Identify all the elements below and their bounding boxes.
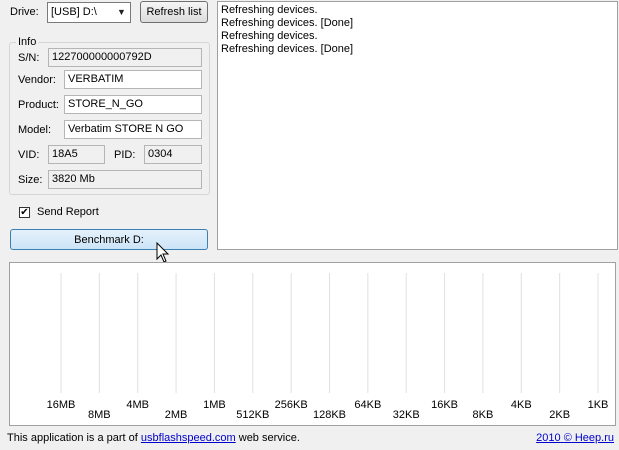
log-textbox[interactable]: Refreshing devices. Refreshing devices. … bbox=[217, 1, 618, 250]
size-label: Size: bbox=[18, 174, 43, 186]
copyright-year: 2010 bbox=[536, 432, 561, 444]
chart-x-tick-label: 256KB bbox=[274, 399, 308, 411]
drive-select[interactable]: [USB] D:\ ▼ bbox=[47, 2, 131, 23]
product-field[interactable]: STORE_N_GO bbox=[64, 95, 202, 114]
sn-field: 122700000000792D bbox=[48, 48, 202, 67]
send-report-checkbox[interactable]: ✔ bbox=[19, 207, 30, 218]
send-report-label[interactable]: Send Report bbox=[37, 206, 99, 219]
size-field: 3820 Mb bbox=[48, 170, 202, 189]
vendor-field[interactable]: VERBATIM bbox=[64, 70, 202, 89]
chart-x-tick-label: 1MB bbox=[203, 399, 226, 411]
footer-prefix: This application is a part of bbox=[7, 432, 141, 444]
chart-x-tick-label: 128KB bbox=[312, 409, 347, 421]
benchmark-button[interactable]: Benchmark D: bbox=[10, 229, 208, 250]
drive-select-value: [USB] D:\ bbox=[51, 6, 97, 18]
drive-label: Drive: bbox=[10, 6, 39, 18]
log-line: Refreshing devices. bbox=[221, 4, 318, 16]
checkmark-icon: ✔ bbox=[20, 207, 29, 218]
copyright-icon: © bbox=[563, 432, 572, 444]
footer-text: This application is a part of usbflashsp… bbox=[7, 432, 300, 445]
model-field[interactable]: Verbatim STORE N GO bbox=[64, 120, 202, 139]
chart-x-tick-label: 16KB bbox=[431, 399, 459, 411]
log-line: Refreshing devices. [Done] bbox=[221, 17, 354, 29]
chart-x-tick-label: 4MB bbox=[126, 399, 150, 411]
footer-copyright: 2010 © Heep.ru bbox=[536, 432, 614, 445]
chart-x-tick-label: 4KB bbox=[510, 399, 532, 411]
chevron-down-icon[interactable]: ▼ bbox=[115, 5, 128, 20]
pid-label: PID: bbox=[114, 149, 136, 161]
pid-field: 0304 bbox=[144, 145, 202, 164]
vendor-label: Vendor: bbox=[18, 74, 56, 86]
chart-x-tick-label: 16MB bbox=[46, 399, 76, 411]
chart-x-tick-label: 1KB bbox=[587, 399, 609, 411]
mouse-cursor-icon bbox=[156, 242, 170, 263]
log-line: Refreshing devices. bbox=[221, 30, 318, 42]
heep-link: Heep.ru bbox=[574, 432, 614, 444]
usbflashspeed-link[interactable]: usbflashspeed.com bbox=[141, 432, 236, 444]
chart-x-tick-label: 64KB bbox=[354, 399, 382, 411]
chart-x-tick-label: 8KB bbox=[472, 409, 494, 421]
model-label: Model: bbox=[18, 124, 52, 136]
sn-label: S/N: bbox=[18, 52, 40, 64]
refresh-list-button[interactable]: Refresh list bbox=[140, 1, 208, 23]
chart-x-tick-label: 2KB bbox=[549, 409, 571, 421]
chart-x-tick-label: 8MB bbox=[88, 409, 111, 421]
chart-x-tick-label: 2MB bbox=[164, 409, 188, 421]
chart-x-tick-label: 512KB bbox=[236, 409, 270, 421]
vid-field: 18A5 bbox=[48, 145, 105, 164]
product-label: Product: bbox=[18, 99, 59, 111]
log-line: Refreshing devices. [Done] bbox=[221, 43, 354, 55]
vid-label: VID: bbox=[18, 149, 40, 161]
chart-x-tick-label: 32KB bbox=[392, 409, 420, 421]
benchmark-chart: 16MB 8MB 4MB 2MB 1MB 512KB 256KB 128KB 64KB 32KB 1… bbox=[9, 262, 616, 426]
footer-suffix: web service. bbox=[235, 432, 300, 444]
info-group-title: Info bbox=[16, 36, 39, 49]
copyright-year-link[interactable]: 2010 © Heep.ru bbox=[536, 432, 614, 444]
